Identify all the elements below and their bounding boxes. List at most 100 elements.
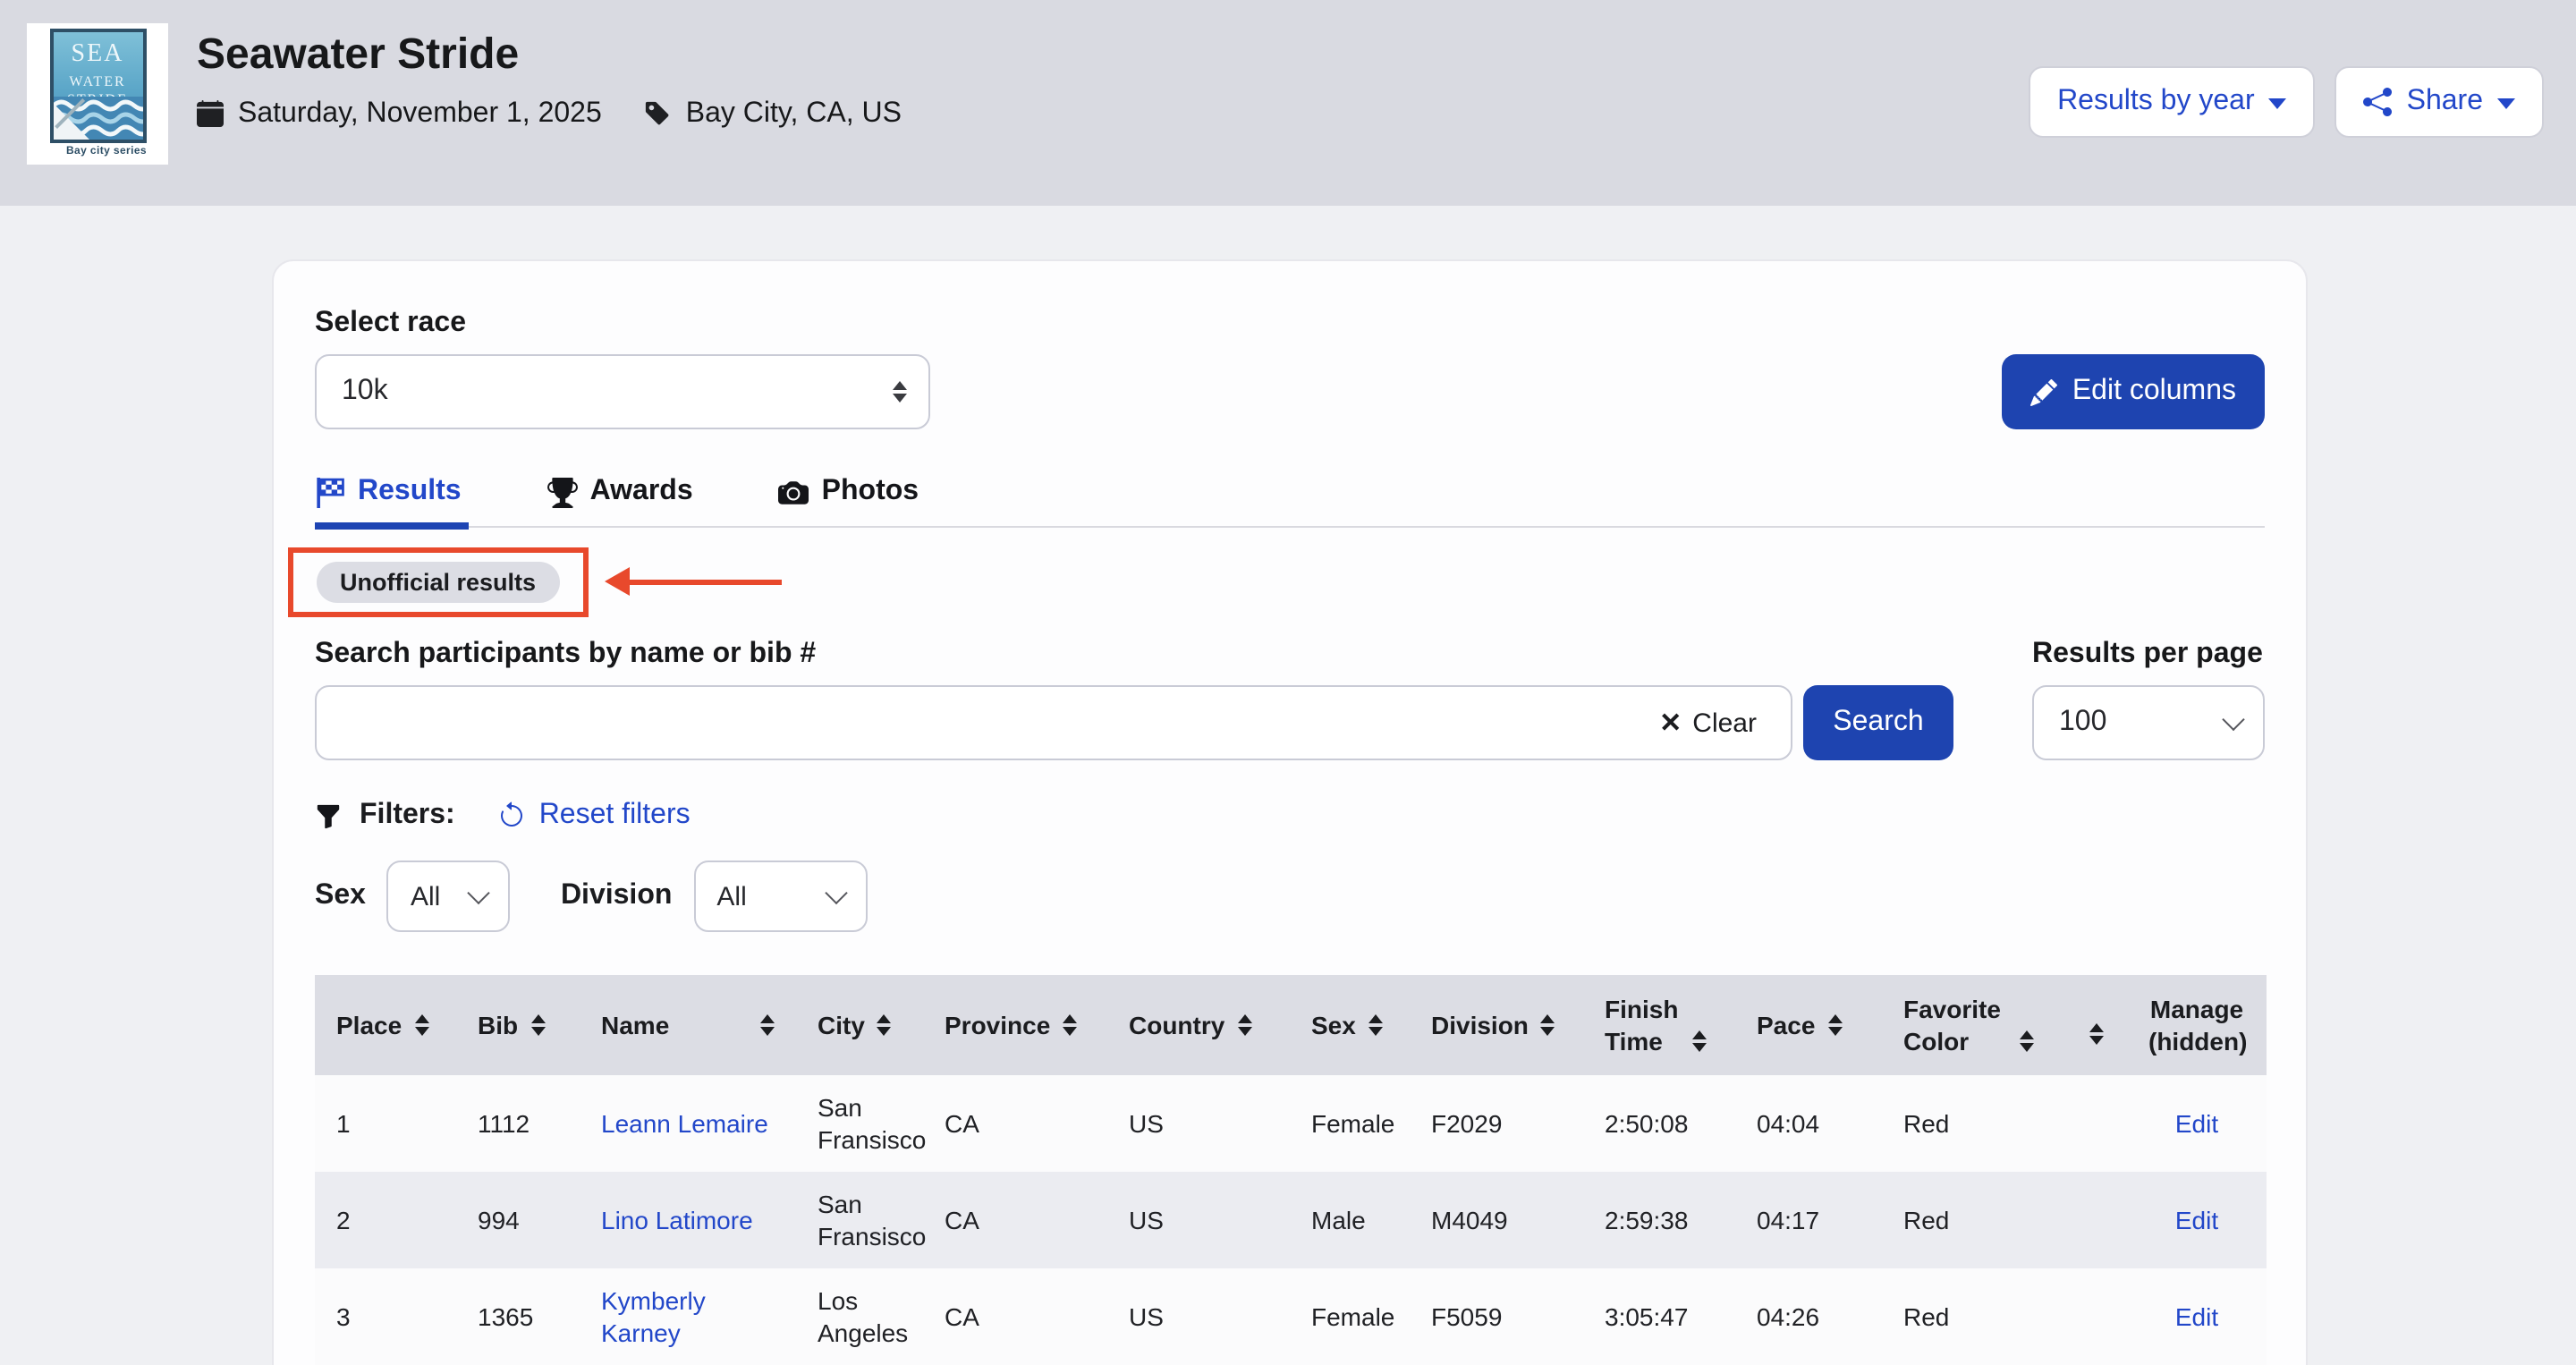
share-button[interactable]: Share (2335, 66, 2544, 138)
column-header-pace[interactable]: Pace (1735, 975, 1882, 1075)
logo-artwork: SEA WATER STRIDE (49, 29, 146, 143)
column-header-city[interactable]: City (796, 975, 923, 1075)
cell-name: Kymberly Karney (580, 1268, 796, 1365)
cell-empty (2066, 1172, 2127, 1268)
cell-place: 3 (315, 1268, 456, 1365)
col-label: Name (601, 1009, 669, 1041)
sort-icon (1063, 1014, 1077, 1036)
sort-icon (2020, 1030, 2034, 1052)
table-row: 1 1112 Leann Lemaire San Fransisco CA US… (315, 1075, 2267, 1172)
clear-button[interactable]: ✕ Clear (1648, 685, 1767, 760)
badge-annotation-row: Unofficial results (288, 546, 2265, 617)
checkered-flag-icon (315, 477, 345, 507)
tab-results[interactable]: Results (315, 476, 462, 526)
division-filter-value: All (716, 881, 746, 911)
annotation-arrow (627, 579, 781, 584)
search-button[interactable]: Search (1803, 685, 1953, 760)
logo-text-line1: SEA (53, 41, 142, 70)
results-by-year-button[interactable]: Results by year (2029, 66, 2316, 138)
sort-icon (1237, 1014, 1251, 1036)
search-input[interactable] (315, 685, 1792, 760)
cell-country: US (1107, 1268, 1290, 1365)
edit-columns-button[interactable]: Edit columns (2003, 354, 2265, 429)
cell-city: Los Angeles (796, 1268, 923, 1365)
tab-awards[interactable]: Awards (547, 476, 693, 526)
cell-favorite-color: Red (1882, 1172, 2066, 1268)
camera-icon (779, 477, 809, 507)
event-header: SEA WATER STRIDE Bay city series Seawate… (0, 0, 2576, 206)
edit-link[interactable]: Edit (2175, 1206, 2218, 1234)
col-label: Place (336, 1009, 402, 1041)
cell-manage: Edit (2127, 1268, 2267, 1365)
division-filter-select[interactable]: All (693, 861, 867, 932)
sort-icon (760, 1014, 775, 1036)
table-row: 3 1365 Kymberly Karney Los Angeles CA US… (315, 1268, 2267, 1365)
results-per-page-value: 100 (2059, 707, 2106, 739)
reset-filters-label: Reset filters (539, 800, 691, 832)
annotation-highlight-box: Unofficial results (288, 547, 588, 616)
column-header-favorite-color[interactable]: Favorite Color (1882, 975, 2066, 1075)
cell-finish-time: 2:50:08 (1583, 1075, 1735, 1172)
cell-name: Lino Latimore (580, 1172, 796, 1268)
division-filter-label: Division (561, 880, 672, 912)
tab-photos[interactable]: Photos (779, 476, 919, 526)
column-header-bib[interactable]: Bib (456, 975, 580, 1075)
search-button-label: Search (1833, 707, 1923, 739)
participant-link[interactable]: Kymberly Karney (601, 1286, 706, 1347)
share-label: Share (2407, 86, 2483, 118)
trophy-icon (547, 477, 578, 507)
cell-city: San Fransisco (796, 1172, 923, 1268)
column-header-country[interactable]: Country (1107, 975, 1290, 1075)
results-table: Place Bib Name City Province Country Sex… (315, 975, 2267, 1365)
column-header-sex[interactable]: Sex (1290, 975, 1410, 1075)
col-label: Bib (478, 1009, 518, 1041)
column-header-division[interactable]: Division (1410, 975, 1583, 1075)
sort-icon (2089, 1022, 2104, 1044)
edit-link[interactable]: Edit (2175, 1302, 2218, 1331)
table-row: 2 994 Lino Latimore San Fransisco CA US … (315, 1172, 2267, 1268)
column-header-extra-sort[interactable] (2066, 975, 2127, 1075)
cell-manage: Edit (2127, 1075, 2267, 1172)
results-by-year-label: Results by year (2057, 86, 2255, 118)
column-header-province[interactable]: Province (923, 975, 1107, 1075)
logo-text-line2: WATER (53, 73, 142, 89)
chevron-down-icon (825, 882, 847, 904)
cell-country: US (1107, 1172, 1290, 1268)
results-per-page-select[interactable]: 100 (2032, 685, 2265, 760)
sort-icon (530, 1014, 545, 1036)
cell-division: F5059 (1410, 1268, 1583, 1365)
col-label: Country (1129, 1009, 1224, 1041)
race-select[interactable]: 10k (315, 354, 930, 429)
cell-sex: Female (1290, 1075, 1410, 1172)
tag-icon (645, 101, 672, 128)
share-icon (2364, 88, 2393, 116)
cell-province: CA (923, 1172, 1107, 1268)
event-location: Bay City, CA, US (686, 98, 902, 131)
participant-link[interactable]: Leann Lemaire (601, 1109, 768, 1138)
reset-icon (498, 801, 527, 830)
cell-bib: 1112 (456, 1075, 580, 1172)
col-label: Province (945, 1009, 1050, 1041)
cell-favorite-color: Red (1882, 1075, 2066, 1172)
cell-manage: Edit (2127, 1172, 2267, 1268)
column-header-place[interactable]: Place (315, 975, 456, 1075)
results-tabs: Results Awards Photos (315, 476, 2265, 528)
sort-icon (1692, 1030, 1707, 1052)
edit-link[interactable]: Edit (2175, 1109, 2218, 1138)
caret-down-icon (2269, 98, 2287, 109)
col-label: Division (1431, 1009, 1529, 1041)
sex-filter-select[interactable]: All (387, 861, 511, 932)
participant-link[interactable]: Lino Latimore (601, 1206, 753, 1234)
column-header-name[interactable]: Name (580, 975, 796, 1075)
race-select-value: 10k (342, 376, 388, 408)
updown-arrows-icon (893, 381, 907, 403)
edit-columns-label: Edit columns (2072, 376, 2236, 408)
sort-icon (877, 1014, 892, 1036)
cell-bib: 994 (456, 1172, 580, 1268)
column-header-finish-time[interactable]: Finish Time (1583, 975, 1735, 1075)
reset-filters-link[interactable]: Reset filters (498, 800, 691, 832)
cell-division: F2029 (1410, 1075, 1583, 1172)
select-race-label: Select race (315, 308, 930, 340)
cell-pace: 04:26 (1735, 1268, 1882, 1365)
col-label: City (818, 1009, 865, 1041)
